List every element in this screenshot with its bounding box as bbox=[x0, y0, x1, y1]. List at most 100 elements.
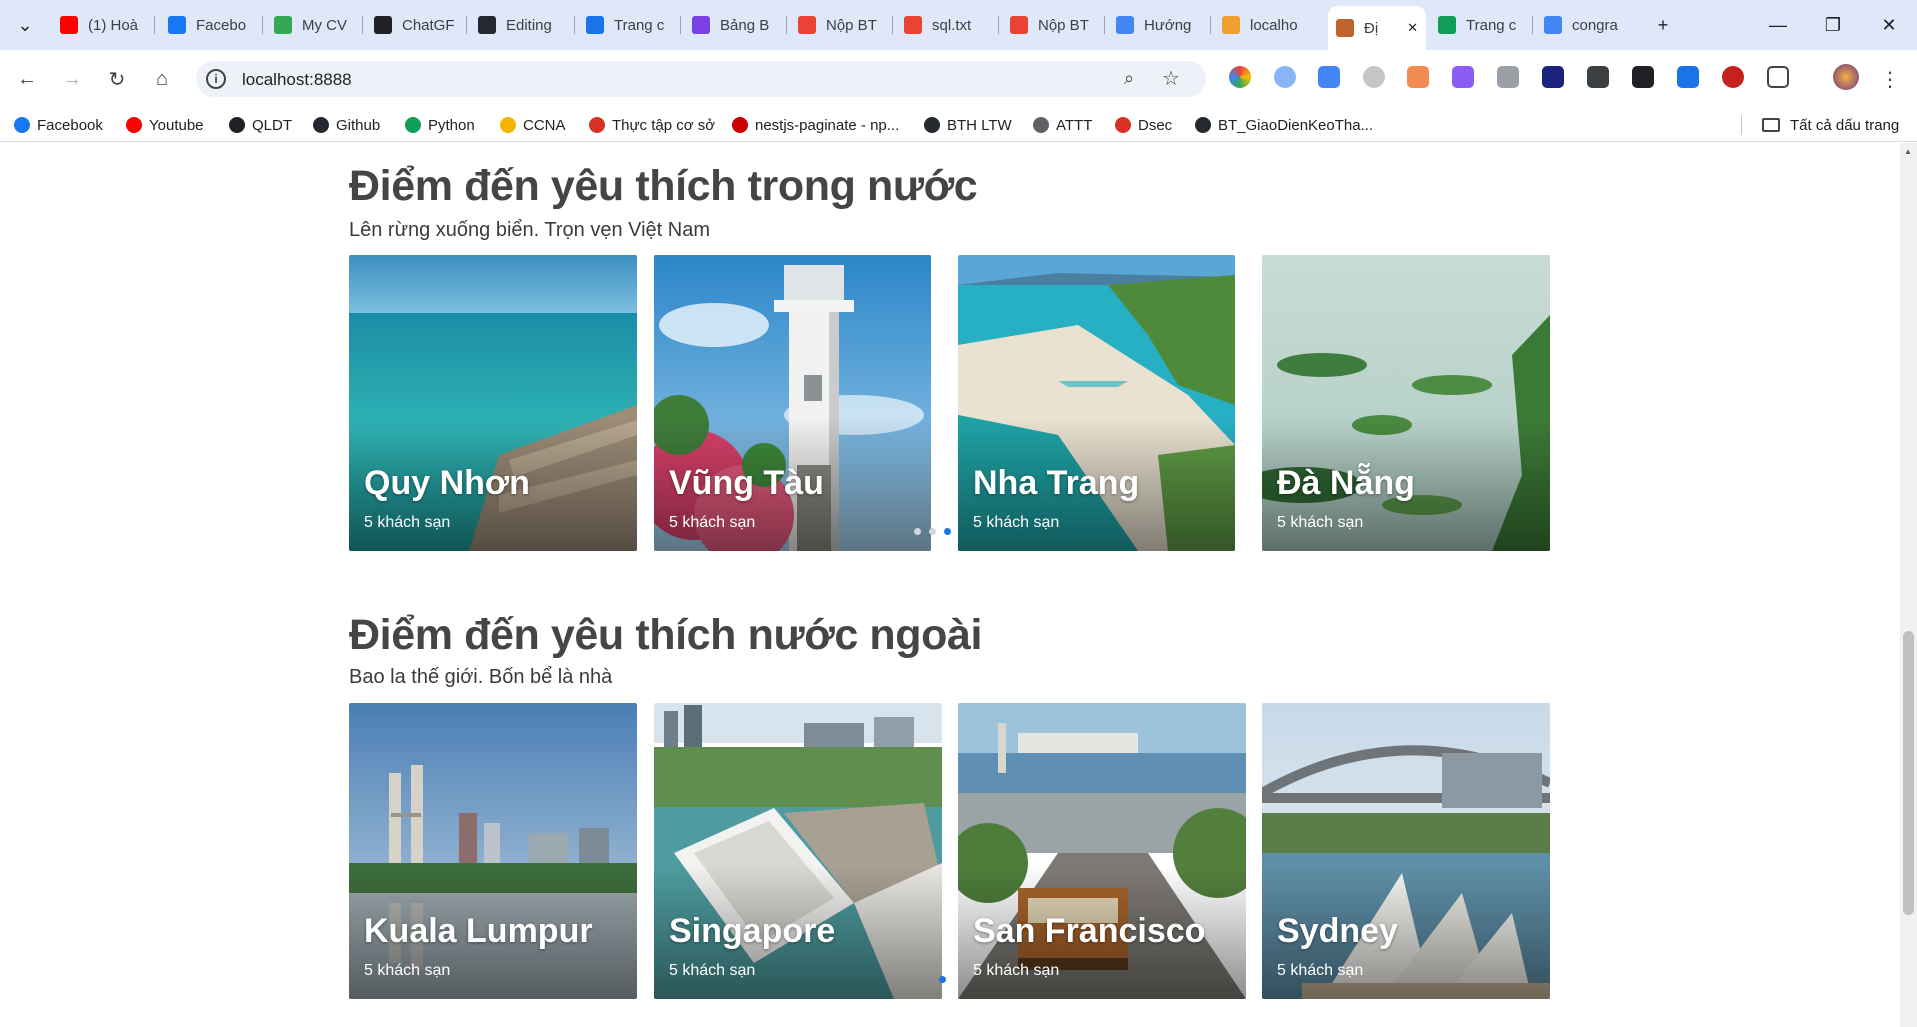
tab-4[interactable]: ChatGF bbox=[366, 8, 462, 42]
destination-card-singapore[interactable]: Singapore 5 khách sạn bbox=[654, 703, 942, 999]
carousel-dot-active[interactable] bbox=[944, 528, 951, 535]
tab-11[interactable]: Hướng bbox=[1108, 8, 1206, 42]
carousel-dot-active[interactable] bbox=[939, 976, 946, 983]
tab-label: Bảng B bbox=[720, 16, 770, 34]
close-tab-icon[interactable]: ✕ bbox=[1407, 20, 1418, 36]
destination-card-da-nang[interactable]: Đà Nẵng 5 khách sạn bbox=[1262, 255, 1550, 551]
search-extension-icon[interactable] bbox=[1274, 66, 1296, 88]
tab-label: Nộp BT bbox=[826, 16, 877, 34]
minimize-button[interactable]: — bbox=[1755, 8, 1801, 42]
tab-1[interactable]: (1) Hoà bbox=[52, 8, 150, 42]
home-button[interactable]: ⌂ bbox=[146, 63, 178, 95]
translate-extension-icon[interactable] bbox=[1318, 66, 1340, 88]
url-text[interactable]: localhost:8888 bbox=[242, 70, 352, 90]
tab-8[interactable]: Nộp BT bbox=[790, 8, 888, 42]
restore-button[interactable]: ❐ bbox=[1810, 8, 1856, 42]
card-name: Đà Nẵng bbox=[1277, 464, 1415, 502]
color-picker-extension-icon[interactable] bbox=[1229, 66, 1251, 88]
bookmarks-bar: Facebook Youtube QLDT Github Python CCNA Thực … bbox=[0, 108, 1917, 142]
tag-extension-icon[interactable] bbox=[1677, 66, 1699, 88]
bookmark-12[interactable]: BT_GiaoDienKeoTha... bbox=[1195, 115, 1373, 135]
international-section-subtitle: Bao la thế giới. Bốn bể là nhà bbox=[349, 666, 613, 688]
reload-button[interactable]: ↻ bbox=[101, 63, 133, 95]
tab-6[interactable]: Trang c bbox=[578, 8, 676, 42]
new-tab-button[interactable]: + bbox=[1640, 8, 1686, 42]
puzzle-extension-icon[interactable] bbox=[1407, 66, 1429, 88]
youtube-icon bbox=[126, 117, 142, 133]
bookmark-6[interactable]: CCNA bbox=[500, 115, 566, 135]
bookmark-2[interactable]: Youtube bbox=[126, 115, 204, 135]
bookmark-3[interactable]: QLDT bbox=[229, 115, 292, 135]
tab-label: Đị bbox=[1364, 19, 1379, 37]
tab-7[interactable]: Bảng B bbox=[684, 8, 782, 42]
m-extension-icon[interactable] bbox=[1542, 66, 1564, 88]
globe-icon bbox=[1033, 117, 1049, 133]
google-icon bbox=[1544, 16, 1562, 34]
tab-12[interactable]: localho bbox=[1214, 8, 1312, 42]
tab-14[interactable]: Trang c bbox=[1430, 8, 1528, 42]
bookmark-label: BT_GiaoDienKeoTha... bbox=[1218, 116, 1374, 134]
facebook-icon bbox=[168, 16, 186, 34]
camera-extension-icon[interactable] bbox=[1497, 66, 1519, 88]
tab-2[interactable]: Facebo bbox=[160, 8, 258, 42]
close-icon: ✕ bbox=[1881, 14, 1897, 35]
tab-strip: ⌄ (1) Hoà Facebo My CV ChatGF Editing Trang c… bbox=[0, 0, 1917, 50]
tab-separator bbox=[154, 16, 155, 34]
forward-button[interactable]: → bbox=[56, 63, 88, 95]
card-hotel-count: 5 khách sạn bbox=[364, 962, 451, 979]
back-button[interactable]: ← bbox=[11, 63, 43, 95]
tab-9[interactable]: sql.txt bbox=[896, 8, 994, 42]
scroll-up-icon[interactable]: ▲ bbox=[1904, 147, 1912, 156]
carousel-dot[interactable] bbox=[914, 528, 921, 535]
avatar[interactable] bbox=[1833, 64, 1859, 90]
destination-card-vung-tau[interactable]: Vũng Tàu 5 khách sạn bbox=[654, 255, 931, 551]
destination-card-kuala-lumpur[interactable]: Kuala Lumpur 5 khách sạn bbox=[349, 703, 637, 999]
address-bar[interactable]: i localhost:8888 ⌕ ☆ bbox=[196, 61, 1206, 97]
menu-button[interactable]: ⋮ bbox=[1874, 63, 1906, 95]
destination-card-san-francisco[interactable]: San Francisco 5 khách sạn bbox=[958, 703, 1246, 999]
tab-label: Facebo bbox=[196, 16, 247, 34]
scrollbar-thumb[interactable] bbox=[1903, 631, 1914, 915]
notification-extension-icon[interactable] bbox=[1632, 66, 1654, 88]
bookmark-10[interactable]: ATTT bbox=[1033, 115, 1092, 135]
card-name: Vũng Tàu bbox=[669, 464, 824, 502]
tab-5[interactable]: Editing bbox=[470, 8, 570, 42]
destination-card-nha-trang[interactable]: Nha Trang 5 khách sạn bbox=[958, 255, 1235, 551]
extensions-icon[interactable] bbox=[1767, 66, 1789, 88]
all-bookmarks-button[interactable]: Tất cả dấu trang bbox=[1762, 115, 1899, 135]
bookmark-11[interactable]: Dsec bbox=[1115, 115, 1172, 135]
card-name: San Francisco bbox=[973, 912, 1206, 950]
tab-15[interactable]: congra bbox=[1536, 8, 1634, 42]
compass-extension-icon[interactable] bbox=[1363, 66, 1385, 88]
page-content: Điểm đến yêu thích trong nước Lên rừng x… bbox=[0, 143, 1900, 1027]
drive-icon bbox=[500, 117, 516, 133]
angular-icon bbox=[229, 117, 245, 133]
carousel-dot[interactable] bbox=[929, 528, 936, 535]
carousel-dots-2 bbox=[939, 976, 946, 983]
tab-13[interactable]: Đị ✕ bbox=[1328, 6, 1426, 50]
tab-search-button[interactable]: ⌄ bbox=[8, 8, 42, 42]
page-scrollbar[interactable]: ▲ bbox=[1900, 143, 1917, 1027]
tab-10[interactable]: Nộp BT bbox=[1002, 8, 1100, 42]
bookmark-star-icon[interactable]: ☆ bbox=[1162, 66, 1180, 91]
d-extension-icon[interactable] bbox=[1452, 66, 1474, 88]
grid-extension-icon[interactable] bbox=[1587, 66, 1609, 88]
shield-extension-icon[interactable] bbox=[1722, 66, 1744, 88]
bookmark-label: Python bbox=[428, 116, 475, 134]
site-info-icon[interactable]: i bbox=[206, 69, 226, 89]
bookmark-1[interactable]: Facebook bbox=[14, 115, 103, 135]
zoom-icon[interactable]: ⌕ bbox=[1124, 68, 1134, 89]
bookmark-8[interactable]: nestjs-paginate - np... bbox=[732, 115, 899, 135]
plus-icon: + bbox=[1657, 14, 1669, 35]
bookmark-4[interactable]: Github bbox=[313, 115, 380, 135]
destination-card-quy-nhon[interactable]: Quy Nhơn 5 khách sạn bbox=[349, 255, 637, 551]
bookmark-5[interactable]: Python bbox=[405, 115, 475, 135]
bookmark-7[interactable]: Thực tập cơ sở bbox=[589, 115, 715, 135]
close-window-button[interactable]: ✕ bbox=[1866, 8, 1912, 42]
destination-card-sydney[interactable]: Sydney 5 khách sạn bbox=[1262, 703, 1550, 999]
card-name: Sydney bbox=[1277, 912, 1398, 950]
bookmark-9[interactable]: BTH LTW bbox=[924, 115, 1012, 135]
tab-separator bbox=[262, 16, 263, 34]
tab-3[interactable]: My CV bbox=[266, 8, 358, 42]
npm-icon bbox=[732, 117, 748, 133]
